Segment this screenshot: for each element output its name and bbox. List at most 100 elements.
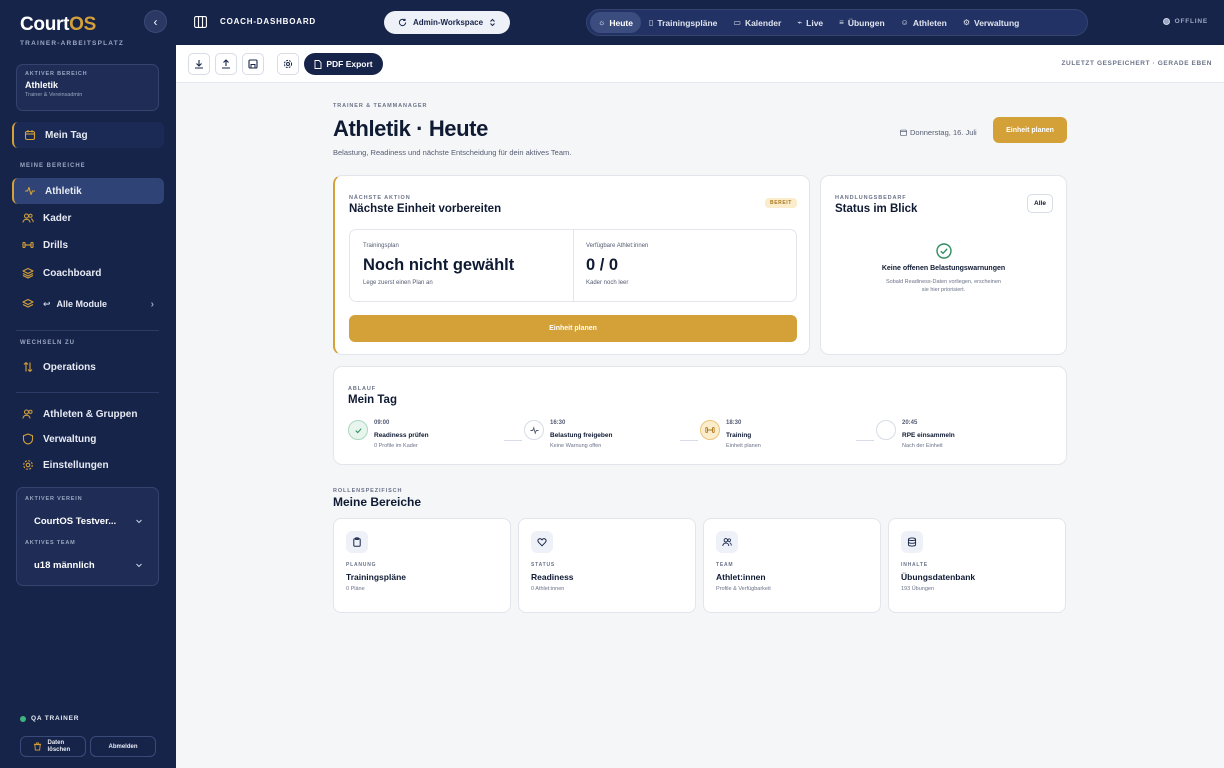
chevron-right-icon: › (150, 298, 154, 310)
plan-session-button[interactable]: Einheit planen (349, 315, 797, 342)
sidebar-item-drills[interactable]: Drills (12, 232, 164, 258)
activity-icon (524, 420, 544, 440)
current-date-text: Donnerstag, 16. Juli (910, 128, 977, 137)
active-area-box[interactable]: AKTIVER BEREICH Athletik Trainer & Verei… (16, 64, 159, 111)
sidebar-item-my-day[interactable]: Mein Tag (12, 122, 164, 148)
tab-uebungen[interactable]: ≡ Übungen (831, 12, 893, 33)
status-filter-button[interactable]: Alle (1027, 194, 1053, 213)
tab-label: Übungen (847, 17, 885, 28)
sidebar-item-athletik[interactable]: Athletik (12, 178, 164, 204)
step-name: Training (726, 432, 752, 439)
shield-icon (22, 433, 34, 445)
sidebar-item-settings[interactable]: Einstellungen (12, 452, 164, 478)
plan-label: Trainingsplan (363, 243, 399, 249)
tab-kalender[interactable]: ▭ Kalender (725, 12, 789, 33)
my-areas-label: MEINE BEREICHE (20, 163, 86, 169)
chevron-down-icon (136, 519, 142, 524)
tab-label: Live (806, 17, 824, 28)
tab-heute[interactable]: ☼ Heute (590, 12, 641, 33)
clipboard-icon: ▯ (648, 18, 654, 27)
switch-label: WECHSELN ZU (20, 340, 75, 346)
plan-session-label: Einheit planen (1006, 126, 1054, 134)
sidebar-item-coachboard[interactable]: Coachboard (12, 260, 164, 286)
check-circle-icon (936, 243, 952, 259)
step-time: 16:30 (550, 420, 566, 426)
status-overline: HANDLUNGSBEDARF (835, 195, 907, 201)
schedule-step[interactable]: 16:30 Belastung freigeben Keine Warnung … (524, 420, 694, 450)
gear-icon (283, 59, 293, 69)
online-dot-icon (20, 715, 26, 722)
logout-button[interactable]: Abmelden (90, 736, 156, 757)
schedule-card: ABLAUF Mein Tag 09:00 Readiness prüfen 0… (333, 366, 1067, 465)
workspace-switcher[interactable]: Admin-Workspace (384, 11, 510, 34)
save-icon (248, 59, 258, 69)
step-connector (856, 440, 874, 441)
tab-trainingsplaene[interactable]: ▯ Trainingspläne (641, 12, 725, 33)
database-icon (901, 531, 923, 553)
active-area-label: AKTIVER BEREICH (25, 71, 88, 77)
plan-session-header-button[interactable]: Einheit planen (993, 117, 1067, 143)
schedule-step[interactable]: 20:45 RPE einsammeln Nach der Einheit (876, 420, 1046, 450)
step-name: Readiness prüfen (374, 432, 429, 439)
sidebar-item-verwaltung[interactable]: Verwaltung (12, 426, 164, 452)
sidebar-item-kader[interactable]: Kader (12, 205, 164, 231)
area-card-readiness[interactable]: STATUS Readiness 0 Athlet:innen (518, 518, 696, 613)
logo[interactable]: CourtOS (20, 14, 96, 36)
layers-icon (22, 298, 34, 308)
next-action-overline: NÄCHSTE AKTION (349, 195, 411, 201)
club-select[interactable]: CourtOS Testver... (25, 511, 152, 531)
team-select[interactable]: u18 männlich (25, 555, 152, 575)
tab-athleten[interactable]: ☺ Athleten (893, 12, 955, 33)
logout-label: Abmelden (108, 743, 138, 750)
areas-title: Meine Bereiche (333, 495, 422, 509)
pdf-export-button[interactable]: PDF Export (304, 53, 383, 75)
activity-icon (25, 186, 35, 196)
tab-label: Athleten (912, 17, 947, 28)
area-card-exercise-database[interactable]: INHALTE Übungsdatenbank 193 Übungen (888, 518, 1066, 613)
collapse-sidebar-button[interactable]: ‹ (144, 10, 167, 33)
status-text: Sobald Readiness-Daten vorliegen, ersche… (821, 278, 1066, 294)
dumbbell-icon (22, 241, 34, 249)
current-user: QA TRAINER (20, 715, 79, 722)
tab-verwaltung[interactable]: ⚙ Verwaltung (955, 12, 1028, 33)
settings-button[interactable] (277, 53, 299, 75)
download-button[interactable] (188, 53, 210, 75)
check-icon (348, 420, 368, 440)
plan-value: Noch nicht gewählt (363, 256, 515, 274)
layers-icon (22, 267, 34, 279)
sidebar-item-label: Kader (43, 212, 72, 224)
active-area-role: Trainer & Vereinsadmin (25, 92, 83, 98)
dumbbell-icon (700, 420, 720, 440)
sidebar-item-athletes-groups[interactable]: Athleten & Gruppen (12, 401, 164, 427)
area-card-athletes[interactable]: TEAM Athlet:innen Profile & Verfügbarkei… (703, 518, 881, 613)
schedule-step[interactable]: 18:30 Training Einheit planen (700, 420, 870, 450)
step-name: RPE einsammeln (902, 432, 955, 439)
sidebar-item-label: Drills (43, 239, 69, 251)
heart-icon (531, 531, 553, 553)
sidebar-item-all-modules[interactable]: ↩ Alle Module › (12, 291, 164, 317)
chevron-down-icon (136, 563, 142, 568)
sidebar-item-operations[interactable]: Operations (12, 354, 164, 380)
refresh-icon (398, 18, 407, 27)
delete-data-button[interactable]: Daten löschen (20, 736, 86, 757)
dashboard-icon (194, 16, 207, 28)
schedule-overline: ABLAUF (348, 386, 377, 392)
schedule-step[interactable]: 09:00 Readiness prüfen 0 Profile im Kade… (348, 420, 518, 450)
area-card-trainingsplaene[interactable]: PLANUNG Trainingspläne 0 Pläne (333, 518, 511, 613)
upload-button[interactable] (215, 53, 237, 75)
status-card: HANDLUNGSBEDARF Status im Blick Alle Kei… (820, 175, 1067, 355)
next-action-summary: Trainingsplan Noch nicht gewählt Lege zu… (349, 229, 797, 302)
save-button[interactable] (242, 53, 264, 75)
areas-overline: ROLLENSPEZIFISCH (333, 488, 403, 494)
area-sub: Profile & Verfügbarkeit (716, 586, 771, 592)
upload-icon (222, 59, 230, 69)
status-title: Status im Blick (835, 203, 918, 215)
tab-live[interactable]: ⌁ Live (789, 12, 831, 33)
plan-session-label: Einheit planen (549, 325, 597, 332)
active-area-name: Athletik (25, 80, 59, 90)
status-headline: Keine offenen Belastungswarnungen (881, 265, 1006, 272)
step-sub: Einheit planen (726, 443, 761, 449)
sidebar-item-label: Operations (43, 361, 96, 373)
tab-label: Trainingspläne (657, 17, 718, 28)
step-time: 18:30 (726, 420, 742, 426)
